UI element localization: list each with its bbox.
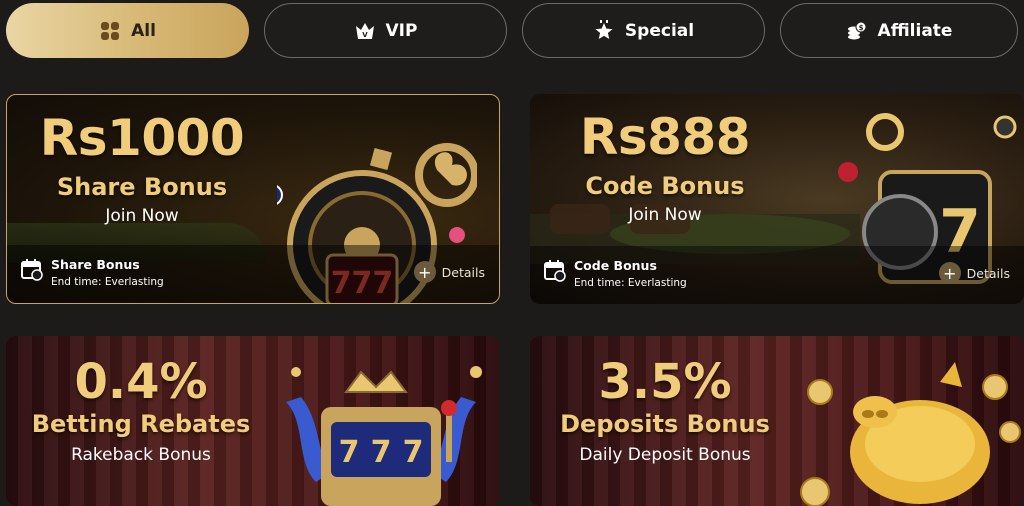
piggy-bank-image [800,362,1021,506]
details-label: Details [441,264,485,280]
tab-affiliate-label: Affiliate [877,20,953,41]
svg-text:7: 7 [403,435,424,470]
end-time: End time: Everlasting [51,276,164,288]
promo-card-code-bonus[interactable]: 7 Rs888 Code Bonus Join Now Code Bonus E… [530,94,1024,304]
deposit-percent: 3.5% [598,354,732,410]
promo-card-betting-rebates[interactable]: 7 7 7 0.4% Betting Rebates Rakeback Bonu… [6,336,500,506]
calendar-icon [544,260,566,282]
tab-special[interactable]: Special [522,3,765,58]
details-button[interactable]: + Details [413,261,485,283]
bonus-title: Deposits Bonus [560,410,770,438]
svg-text:7: 7 [371,435,392,470]
svg-text:V: V [362,31,368,39]
promotion-tabs: All V VIP Special $ Affiliate [0,0,1024,60]
clover-icon [101,21,120,40]
bonus-title: Share Bonus [56,173,228,201]
tab-special-label: Special [624,20,695,41]
bonus-subtitle: Rakeback Bonus [71,445,211,465]
promo-card-deposits-bonus[interactable]: 3.5% Deposits Bonus Daily Deposit Bonus [530,336,1024,506]
bonus-title: Code Bonus [585,172,745,200]
card-footer: Share Bonus End time: Everlasting + Deta… [7,245,499,303]
tab-affiliate[interactable]: $ Affiliate [780,3,1018,58]
tab-vip-label: VIP [385,20,418,41]
end-time: End time: Everlasting [574,277,687,289]
plus-icon: + [938,262,961,284]
calendar-icon [21,259,43,281]
footer-title: Share Bonus [51,257,140,272]
join-now-link[interactable]: Join Now [7,206,277,226]
tab-all-label: All [131,20,156,41]
join-now-link[interactable]: Join Now [530,205,800,225]
svg-text:7: 7 [339,435,360,470]
rebate-amount: 0.4% [74,354,208,410]
plus-icon: + [413,261,436,283]
tab-vip[interactable]: V VIP [264,3,507,58]
bonus-amount: Rs888 [579,108,751,166]
bonus-title: Betting Rebates [31,410,251,438]
bonus-amount: Rs1000 [39,109,245,167]
bonus-subtitle: Daily Deposit Bonus [579,445,751,465]
star-icon [595,19,613,39]
svg-text:$: $ [858,24,863,32]
details-label: Details [966,265,1010,281]
details-button[interactable]: + Details [938,262,1010,284]
coin-stack-icon: $ [847,21,867,39]
promo-card-share-bonus[interactable]: 777 Rs1000 Share Bonus Join Now Share Bo… [6,94,500,304]
slot-machine-image: 7 7 7 [286,366,482,506]
tab-all[interactable]: All [6,3,249,58]
crown-icon: V [355,22,374,39]
footer-title: Code Bonus [574,258,657,273]
card-footer: Code Bonus End time: Everlasting + Detai… [530,246,1024,304]
